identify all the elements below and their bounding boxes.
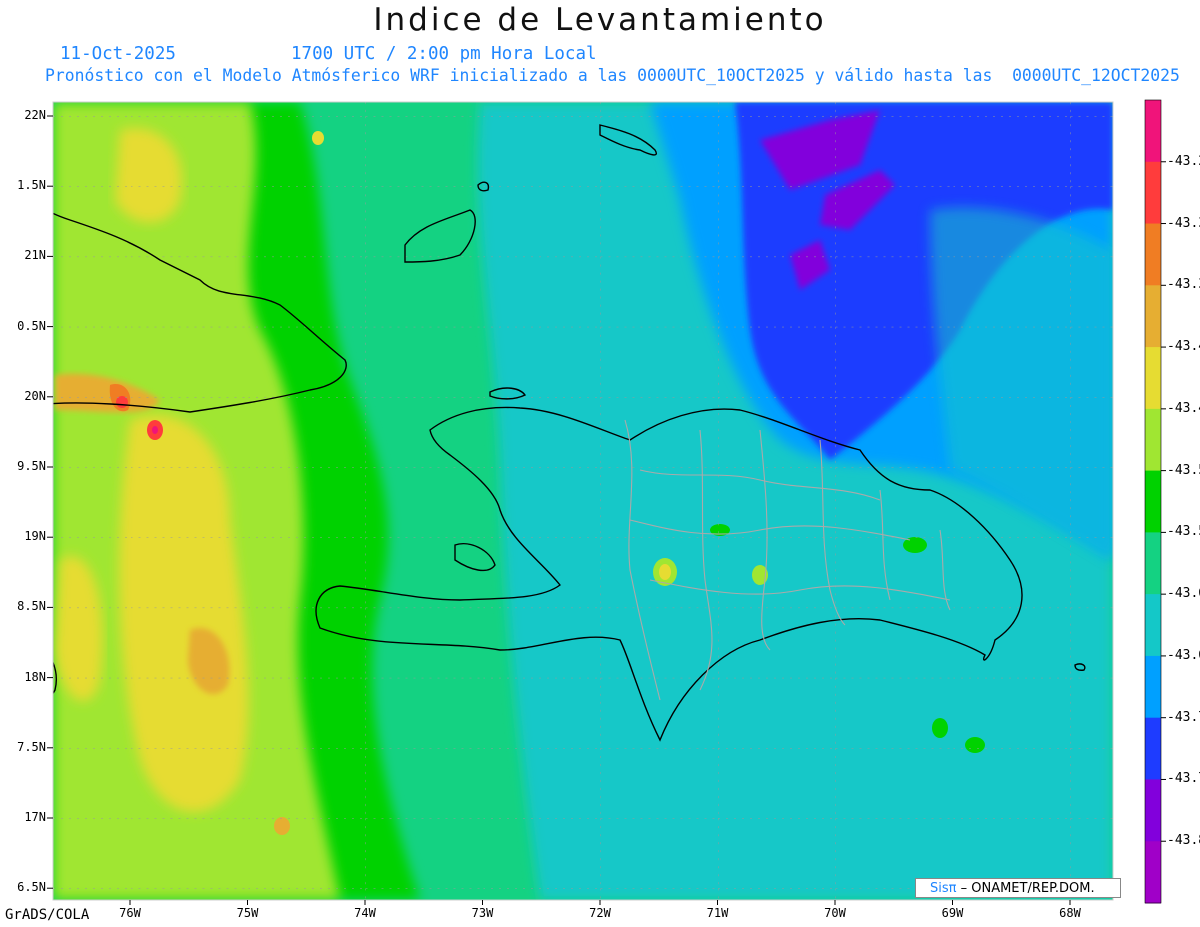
colorbar-label: -43.6	[1167, 586, 1200, 602]
x-axis-label: 74W	[354, 906, 376, 920]
colorbar-swatch	[1145, 161, 1161, 225]
colorbar-swatch	[1145, 594, 1161, 657]
colorbar-label: -43.7	[1167, 709, 1200, 725]
logo-org: – ONAMET/REP.DOM.	[960, 881, 1095, 896]
colorbar-label: -43.4	[1167, 400, 1200, 416]
colorbar-swatch	[1145, 655, 1161, 719]
y-axis-label: 21N	[24, 248, 46, 263]
logo-sis: Sisπ	[930, 881, 957, 896]
y-axis-label: 20N	[24, 388, 46, 403]
colorbar-swatch	[1145, 779, 1161, 842]
x-axis-label: 75W	[236, 906, 259, 920]
x-axis-label: 73W	[471, 906, 494, 920]
colorbar-swatch	[1145, 841, 1161, 904]
grid-dots	[53, 102, 1113, 900]
y-axis-label: 19N	[24, 529, 46, 544]
y-axis-label: 17N	[24, 810, 46, 824]
colorbar-label: -43.6	[1167, 647, 1200, 663]
colorbar-label: -43.3	[1167, 215, 1200, 231]
y-axis-label: 22N	[24, 108, 46, 122]
colorbar-swatch	[1145, 223, 1161, 286]
colorbar-swatch	[1145, 408, 1161, 472]
y-axis-label: 18N	[24, 669, 46, 684]
y-axis-label: 1.5N	[17, 178, 46, 193]
y-axis-label: 8.5N	[17, 599, 46, 614]
x-axis-label: 72W	[589, 906, 611, 920]
y-axis-label: 0.5N	[17, 318, 46, 333]
colorbar	[1144, 99, 1166, 904]
x-axis-label: 69W	[941, 906, 964, 920]
grads-credit: GrADS/COLA	[5, 907, 90, 923]
x-axis-label: 71W	[706, 906, 729, 920]
colorbar-label: -43.5	[1167, 462, 1200, 478]
colorbar-swatch	[1145, 717, 1161, 780]
colorbar-label: -43.4	[1167, 339, 1200, 355]
field-layer	[53, 102, 1113, 900]
colorbar-label: -43.3	[1167, 277, 1200, 293]
lifted-index-map	[47, 99, 1166, 905]
y-axis-label: 6.5N	[17, 880, 46, 895]
y-axis-label: 9.5N	[17, 459, 46, 473]
colorbar-swatch	[1145, 532, 1161, 595]
colorbar-swatch	[1145, 100, 1161, 163]
colorbar-label: -43.8	[1167, 833, 1200, 849]
colorbar-label: -43.7	[1167, 771, 1200, 787]
colorbar-swatch	[1145, 347, 1161, 410]
colorbar-label: -43.2	[1167, 153, 1200, 169]
x-axis-label: 76W	[119, 906, 141, 920]
x-axis-label: 68W	[1059, 906, 1081, 920]
sisp-onamet-logo: Sisπ – ONAMET/REP.DOM.	[915, 878, 1121, 898]
x-axis-label: 70W	[824, 906, 846, 920]
colorbar-swatch	[1145, 470, 1161, 533]
colorbar-label: -43.5	[1167, 524, 1200, 540]
colorbar-swatch	[1145, 285, 1161, 348]
y-axis-label: 7.5N	[17, 739, 46, 754]
